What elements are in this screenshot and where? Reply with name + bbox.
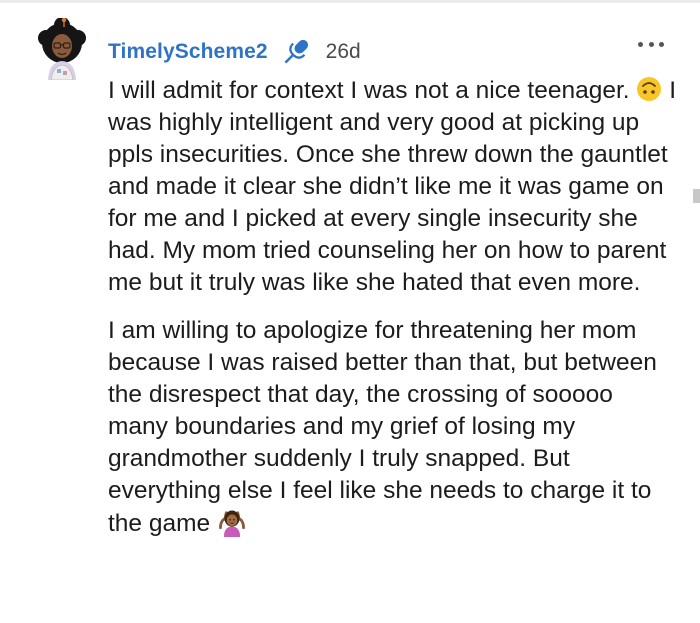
paragraph-1-text-end: I was highly intelligent and very good a… [108,77,677,296]
avatar-icon[interactable] [36,18,88,80]
paragraph-2-text: I am willing to apologize for threatenin… [108,317,657,537]
upside-down-face-icon [637,77,662,101]
dot [638,41,643,47]
woman-shrugging-icon [219,510,245,537]
comment-age: 26d [325,40,361,63]
dot [659,41,664,47]
microphone-icon [284,39,308,64]
comment-header: TimelyScheme2 26d [108,32,361,72]
comment-body: I will admit for context I was not a nic… [108,75,678,556]
username[interactable]: TimelyScheme2 [108,40,268,64]
comment-paragraph-1: I will admit for context I was not a nic… [108,75,678,299]
comment-paragraph-2: I am willing to apologize for threatenin… [108,315,678,540]
paragraph-1-text-start: I will admit for context I was not a nic… [108,77,630,104]
comment: TimelyScheme2 26d I will admit for conte… [0,0,700,623]
more-options-icon[interactable] [638,38,664,50]
dot [648,41,654,47]
